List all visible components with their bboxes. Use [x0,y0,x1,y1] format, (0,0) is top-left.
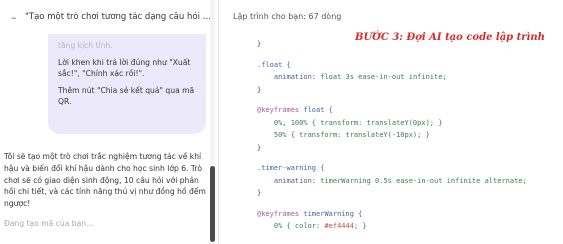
conversation-title[interactable]: "Tạo một trò chơi tương tác dạng câu hỏi… [25,12,213,22]
code-line: 50% { transform: translateY(-10px); } [273,131,430,139]
bubble-paragraph-share: Thêm nút "Chia sẻ kết quả" qua mã QR. [58,86,195,106]
code-line: } [257,40,262,48]
code-line: @keyframes timerWarning { [257,209,363,218]
bubble-faded-line: tăng kịch tính. [58,41,113,50]
code-line: animation: timerWarning 0.5s ease-in-out… [273,176,527,185]
code-line: } [257,143,262,152]
code-line: @keyframes float { [257,106,333,114]
code-line: } [257,189,262,197]
code-line: 0% { color: #ef4444; } [273,222,367,230]
assistant-response: Tôi sẽ tạo một trò chơi trắc nghiệm tươn… [4,152,206,209]
generating-status: Đang tạo mã của bạn... [4,219,94,228]
conversation-header[interactable]: – "Tạo một trò chơi tương tác dạng câu h… [0,0,218,34]
code-line-count: Lập trình cho bạn: 67 dòng [233,12,342,21]
code-line: .float { [257,60,291,69]
chat-panel: – "Tạo một trò chơi tương tác dạng câu h… [0,0,218,244]
user-message-bubble: tăng kịch tính. Lời khen khi trả lời đún… [48,34,206,134]
collapse-icon[interactable]: – [11,11,21,24]
code-line: } [257,85,262,94]
bubble-paragraph-praise: Lời khen khi trả lời đúng như "Xuất sắc!… [58,58,191,78]
code-block[interactable]: } .float { animation: float 3s ease-in-o… [257,38,527,233]
scrollbar-thumb[interactable] [210,166,215,242]
code-line: animation: float 3s ease-in-out infinite… [273,73,447,81]
code-line: .timer-warning { [257,164,325,172]
code-line: 0%, 100% { transform: translateY(0px); } [273,118,443,127]
code-panel: Lập trình cho bạn: 67 dòng BƯỚC 3: Đợi A… [219,0,563,244]
